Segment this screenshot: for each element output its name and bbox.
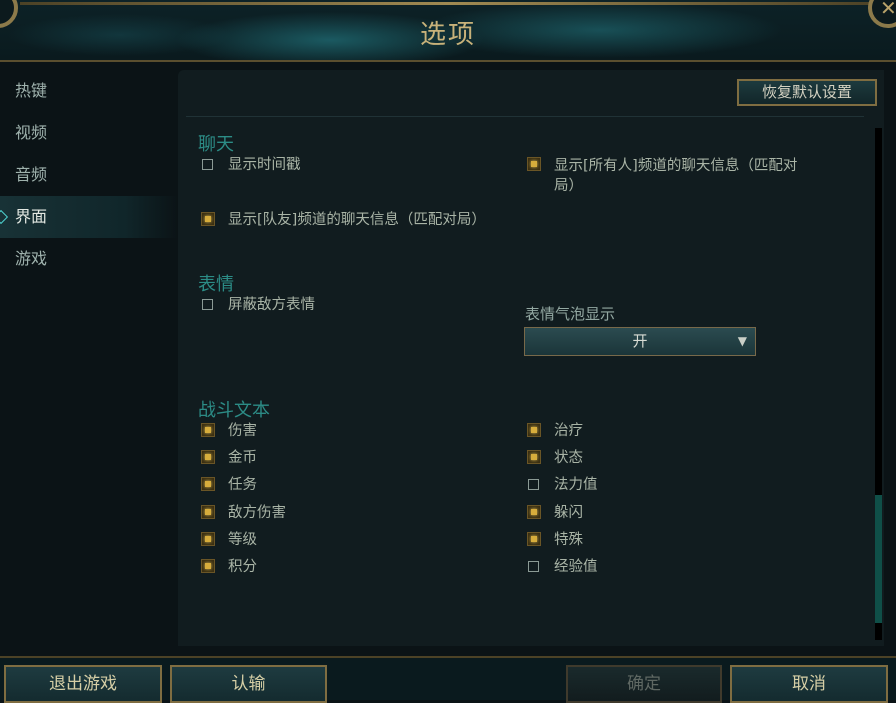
sidebar-item-game[interactable]: 游戏 <box>0 238 178 280</box>
cancel-button[interactable]: 取消 <box>730 665 888 703</box>
confirm-button[interactable]: 确定 <box>566 665 722 703</box>
section-title-emotes: 表情 <box>198 274 234 295</box>
sidebar-item-video[interactable]: 视频 <box>0 112 178 154</box>
checkbox-checked[interactable] <box>201 477 215 491</box>
checkbox[interactable] <box>528 479 539 490</box>
restore-defaults-button[interactable]: 恢复默认设置 <box>737 79 877 106</box>
window-title: 选项 <box>419 20 476 50</box>
option-label: 金币 <box>228 450 257 466</box>
checkbox[interactable] <box>202 159 213 170</box>
option-label: 经验值 <box>554 559 598 575</box>
option-label: 显示[队友]频道的聊天信息（匹配对局） <box>228 212 486 228</box>
checkbox[interactable] <box>202 299 213 310</box>
emote-bubble-dropdown[interactable]: 开 ▼ <box>524 327 756 356</box>
option-label: 显示[所有人]频道的聊天信息（匹配对局） <box>554 158 798 194</box>
option-label: 等级 <box>228 532 257 548</box>
checkbox-checked[interactable] <box>201 559 215 573</box>
option-label: 敌方伤害 <box>228 505 286 521</box>
checkbox-checked[interactable] <box>201 532 215 546</box>
option-label: 显示时间戳 <box>228 157 301 173</box>
option-label: 治疗 <box>554 423 583 439</box>
checkbox-checked[interactable] <box>201 423 215 437</box>
section-title-combat-text: 战斗文本 <box>198 400 270 421</box>
sidebar-item-sound[interactable]: 音频 <box>0 154 178 196</box>
dropdown-value: 开 <box>632 332 648 350</box>
sidebar-item-label: 热键 <box>15 81 48 100</box>
option-label: 状态 <box>554 450 583 466</box>
option-label: 积分 <box>228 559 257 575</box>
option-label: 屏蔽敌方表情 <box>228 297 315 313</box>
option-label: 任务 <box>228 477 257 493</box>
sidebar-item-label: 音频 <box>15 165 48 184</box>
sidebar-item-label: 界面 <box>15 207 48 226</box>
option-label: 躲闪 <box>554 505 583 521</box>
settings-panel: 恢复默认设置 聊天 显示时间戳 显示[所有人]频道的聊天信息（匹配对局） 显示[… <box>178 70 884 646</box>
emote-bubble-label: 表情气泡显示 <box>525 305 616 323</box>
checkbox-checked[interactable] <box>527 157 541 171</box>
triangle-down-icon: ▼ <box>737 334 747 348</box>
scrollbar[interactable] <box>875 128 882 640</box>
sidebar-item-label: 游戏 <box>15 249 48 268</box>
exit-game-button[interactable]: 退出游戏 <box>4 665 162 703</box>
option-label: 特殊 <box>554 532 583 548</box>
sidebar-item-interface[interactable]: 界面 <box>0 196 178 238</box>
title-bar: ✕ 选项 <box>0 0 896 62</box>
section-title-chat: 聊天 <box>198 134 234 155</box>
selected-diamond-icon <box>0 209 9 225</box>
sidebar-item-label: 视频 <box>15 123 48 142</box>
surrender-button[interactable]: 认输 <box>170 665 327 703</box>
checkbox-checked[interactable] <box>527 423 541 437</box>
divider <box>186 116 864 117</box>
checkbox-checked[interactable] <box>527 450 541 464</box>
option-label: 伤害 <box>228 423 257 439</box>
checkbox-checked[interactable] <box>201 212 215 226</box>
option-label: 法力值 <box>554 477 598 493</box>
checkbox-checked[interactable] <box>527 532 541 546</box>
sidebar: 热键 视频 音频 界面 游戏 <box>0 70 178 280</box>
checkbox-checked[interactable] <box>201 505 215 519</box>
sidebar-item-hotkeys[interactable]: 热键 <box>0 70 178 112</box>
checkbox-checked[interactable] <box>201 450 215 464</box>
scrollbar-thumb[interactable] <box>875 495 882 623</box>
checkbox-checked[interactable] <box>527 505 541 519</box>
checkbox[interactable] <box>528 561 539 572</box>
